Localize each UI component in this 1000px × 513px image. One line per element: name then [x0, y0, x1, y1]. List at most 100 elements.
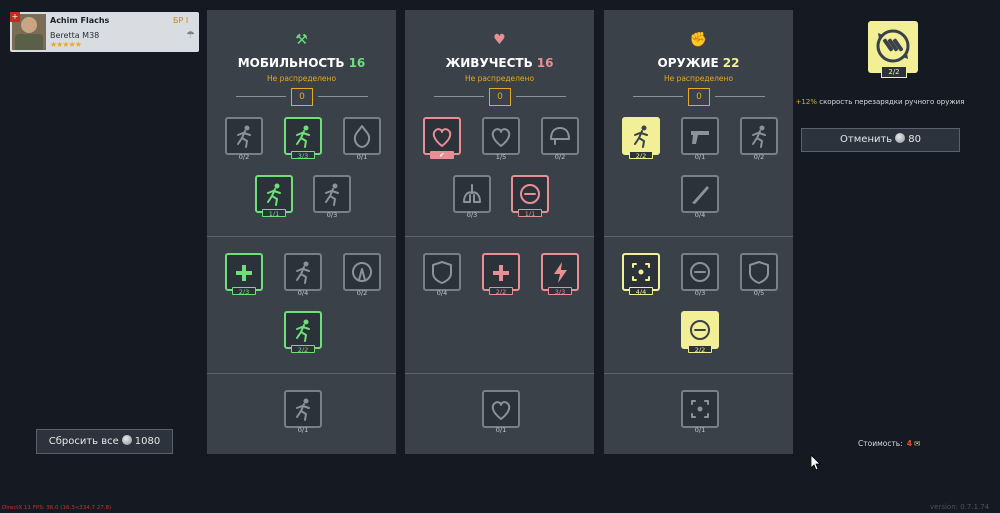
skill-progress: 0/2	[356, 289, 368, 297]
skill-tile[interactable]: 0/1	[681, 390, 719, 434]
skill-tile[interactable]: 3/3	[284, 117, 322, 160]
skill-tile[interactable]: 0/2	[225, 117, 263, 161]
skill-tile[interactable]: 0/1	[482, 390, 520, 434]
skill-progress: 0/2	[554, 153, 566, 161]
unassigned-points-box: 0	[688, 88, 710, 106]
skill-tile[interactable]: 0/1	[284, 390, 322, 434]
reset-all-button[interactable]: Сбросить все 1080	[36, 429, 173, 454]
country-flag-icon: +	[10, 12, 20, 22]
soldier-name: Achim Flachs	[50, 16, 110, 25]
skill-progress: 0/3	[694, 289, 706, 297]
mouse-cursor-icon	[810, 454, 821, 475]
skill-description-pct: +12%	[795, 98, 817, 106]
skill-progress: 1/5	[495, 153, 507, 161]
soldier-weapon: Beretta M38	[50, 31, 100, 40]
skill-tile[interactable]: 2/3	[225, 253, 263, 296]
skill-tile[interactable]: 2/2	[284, 311, 322, 354]
skill-description-text: скорость перезарядки ручного оружия	[817, 98, 965, 106]
column-title-text: МОБИЛЬНОСТЬ	[237, 56, 345, 70]
skill-progress: 0/3	[326, 211, 338, 219]
skill-progress: 0/4	[436, 289, 448, 297]
reset-label: Сбросить все	[48, 436, 119, 447]
section-divider	[207, 373, 396, 374]
skill-progress: 0/1	[694, 426, 706, 434]
skill-progress: 3/3	[291, 151, 315, 160]
skill-tile[interactable]: 0/2	[343, 253, 381, 297]
skill-tile[interactable]: 1/1	[255, 175, 293, 218]
skill-tile[interactable]: 0/3	[313, 175, 351, 219]
unassigned-label: Не распределено	[266, 74, 337, 83]
column-weapons: ✊ ОРУЖИЕ 22 Не распределено 0 2/2 0/1 0/2 0/4 4/4…	[604, 10, 793, 454]
fps-counter: DirectX 11 FPS: 36.0 (16.3<334.7 27.8)	[2, 505, 112, 511]
soldier-card[interactable]: + Achim Flachs Beretta M38 ★★★★★ БР I ☂	[10, 12, 199, 52]
column-title-text: ОРУЖИЕ	[657, 56, 719, 70]
skill-progress: ✔	[430, 151, 454, 159]
portrait-head	[21, 17, 37, 33]
skill-tile[interactable]: 0/1	[343, 117, 381, 161]
unassigned-line	[516, 96, 566, 97]
unassigned-line	[715, 96, 765, 97]
skill-tile[interactable]: 0/1	[681, 117, 719, 161]
section-divider	[207, 236, 396, 237]
column-points: 22	[722, 56, 740, 70]
skill-tile[interactable]: 0/4	[284, 253, 322, 297]
section-divider	[604, 236, 793, 237]
selected-skill-icon: 2/2	[868, 21, 918, 78]
column-points: 16	[536, 56, 554, 70]
skill-tile[interactable]: 1/5	[482, 117, 520, 161]
skill-progress: 0/4	[297, 289, 309, 297]
skill-tile[interactable]: 1/1	[511, 175, 549, 218]
section-divider	[604, 373, 793, 374]
parachute-icon: ☂	[186, 30, 195, 41]
skill-progress: 0/4	[694, 211, 706, 219]
skill-description: +12% скорость перезарядки ручного оружия	[790, 98, 970, 106]
skill-tile[interactable]: 0/3	[453, 175, 491, 219]
skill-progress: 2/2	[489, 287, 513, 296]
portrait-body	[15, 34, 43, 50]
fist-icon: ✊	[689, 32, 708, 48]
skill-tile[interactable]: 0/5	[740, 253, 778, 297]
silver-coin-icon	[121, 435, 132, 445]
skill-progress: 2/2	[629, 151, 653, 160]
skill-tile[interactable]: 2/2	[482, 253, 520, 296]
skill-tile[interactable]: 2/2	[622, 117, 660, 160]
unassigned-line	[434, 96, 484, 97]
skill-tile[interactable]: 0/4	[423, 253, 461, 297]
skill-tile[interactable]: 2/2	[681, 311, 719, 354]
soldier-rank: БР I	[173, 16, 189, 25]
unassigned-line	[236, 96, 286, 97]
skill-progress: 3/3	[548, 287, 572, 296]
skill-progress: 0/1	[694, 153, 706, 161]
skill-progress: 0/1	[495, 426, 507, 434]
heart-icon: ♥	[493, 32, 506, 48]
column-title: ЖИВУЧЕСТЬ 16	[405, 56, 594, 70]
cost-display: Стоимость: 4 ✉	[858, 439, 920, 448]
skill-tile[interactable]: 0/4	[681, 175, 719, 219]
skill-tile[interactable]: 3/3	[541, 253, 579, 296]
cancel-label: Отменить	[840, 134, 893, 145]
unassigned-points-box: 0	[489, 88, 511, 106]
skill-progress: 1/1	[518, 209, 542, 218]
skill-tile[interactable]: 4/4	[622, 253, 660, 296]
skill-progress: 2/3	[232, 287, 256, 296]
cost-value: 4	[906, 439, 912, 448]
unassigned-line	[318, 96, 368, 97]
skill-progress: 0/5	[753, 289, 765, 297]
skill-progress: 1/1	[262, 209, 286, 218]
skill-progress: 0/1	[356, 153, 368, 161]
column-points: 16	[348, 56, 366, 70]
skill-tile[interactable]: ✔	[423, 117, 461, 159]
version-label: version: 0.7.1.74	[930, 503, 990, 511]
column-vitality: ♥ ЖИВУЧЕСТЬ 16 Не распределено 0 ✔ 1/5 0/2 0/3 1/…	[405, 10, 594, 454]
silver-coin-icon	[895, 133, 906, 143]
skill-progress: 4/4	[629, 287, 653, 296]
boot-icon: ⚒	[295, 32, 308, 48]
skill-progress: 0/2	[238, 153, 250, 161]
skill-progress: 0/2	[753, 153, 765, 161]
column-title-text: ЖИВУЧЕСТЬ	[445, 56, 533, 70]
cancel-button[interactable]: Отменить 80	[801, 128, 960, 152]
skill-tile[interactable]: 0/3	[681, 253, 719, 297]
skill-tile[interactable]: 0/2	[541, 117, 579, 161]
skill-tile[interactable]: 0/2	[740, 117, 778, 161]
unassigned-points-box: 0	[291, 88, 313, 106]
